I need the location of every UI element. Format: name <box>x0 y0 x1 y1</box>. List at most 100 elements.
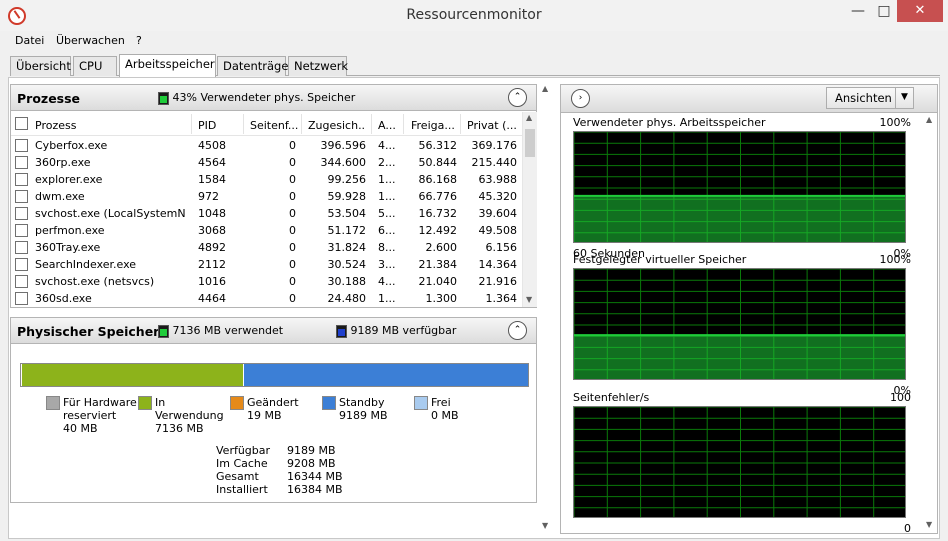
col-commit[interactable]: Zugesich... <box>308 119 366 132</box>
col-pid[interactable]: PID <box>198 119 238 132</box>
row-checkbox[interactable] <box>15 292 28 305</box>
scroll-down-icon[interactable]: ▼ <box>526 295 532 304</box>
expand-graphs-button[interactable]: › <box>571 89 590 108</box>
row-checkbox[interactable] <box>15 241 28 254</box>
proc-hard-faults: 0 <box>289 275 296 288</box>
table-row[interactable]: Cyberfox.exe 4508 0 396.596 4... 56.312 369.17… <box>11 137 522 154</box>
main-scrollbar[interactable]: ▲ ▼ <box>539 84 553 534</box>
tab-cpu[interactable]: CPU <box>73 56 117 76</box>
stat-value: 16384 MB <box>287 483 343 496</box>
col-hard-faults[interactable]: Seitenf... <box>250 119 302 132</box>
legend-swatch <box>414 396 428 410</box>
proc-shareable: 86.168 <box>418 173 458 186</box>
col-private[interactable]: Privat (... <box>467 119 519 132</box>
proc-pid: 3068 <box>198 224 226 237</box>
table-row[interactable]: 360Tray.exe 4892 0 31.824 8... 2.600 6.156 <box>11 239 522 256</box>
table-row[interactable]: 360sd.exe 4464 0 24.480 1... 1.300 1.364 <box>11 290 522 307</box>
scroll-thumb[interactable] <box>525 129 535 157</box>
proc-working-set: 1... <box>378 292 396 305</box>
process-rows: Cyberfox.exe 4508 0 396.596 4... 56.312 369.17… <box>11 137 522 307</box>
proc-private: 1.364 <box>485 292 518 305</box>
proc-commit: 344.600 <box>320 156 367 169</box>
row-checkbox[interactable] <box>15 139 28 152</box>
collapse-processes-button[interactable]: ⌃ <box>508 88 527 107</box>
proc-working-set: 3... <box>378 258 396 271</box>
membar-in-use <box>22 364 244 386</box>
tab-overview[interactable]: Übersicht <box>10 56 71 76</box>
table-row[interactable]: dwm.exe 972 0 59.928 1... 66.776 45.320 <box>11 188 522 205</box>
physical-memory-header[interactable]: Physischer Speicher 7136 MB verwendet 91… <box>10 317 537 344</box>
proc-private: 6.156 <box>485 241 518 254</box>
processes-scrollbar[interactable]: ▲ ▼ <box>522 112 537 307</box>
row-checkbox[interactable] <box>15 207 28 220</box>
proc-commit: 51.172 <box>327 224 367 237</box>
legend-value: 9189 MB <box>339 409 388 422</box>
graphs-scrollbar[interactable]: ▲ ▼ <box>923 115 937 533</box>
proc-private: 39.604 <box>478 207 518 220</box>
maximize-button[interactable]: □ <box>871 0 897 22</box>
graphs-scroll-down-icon[interactable]: ▼ <box>926 520 932 529</box>
proc-pid: 2112 <box>198 258 226 271</box>
membar-standby <box>243 364 528 386</box>
select-all-checkbox[interactable] <box>15 117 28 130</box>
legend-line1: In <box>155 396 166 409</box>
proc-name: 360rp.exe <box>35 156 91 169</box>
row-checkbox[interactable] <box>15 224 28 237</box>
main-scroll-up-icon[interactable]: ▲ <box>542 84 548 93</box>
row-checkbox[interactable] <box>15 258 28 271</box>
col-working-set[interactable]: A... <box>378 119 398 132</box>
menu-help[interactable]: ? <box>136 34 142 47</box>
legend-swatch <box>46 396 60 410</box>
col-process[interactable]: Prozess <box>35 119 155 132</box>
table-row[interactable]: svchost.exe (netsvcs) 1016 0 30.188 4... 21.0… <box>11 273 522 290</box>
table-row[interactable]: perfmon.exe 3068 0 51.172 6... 12.492 49.508 <box>11 222 522 239</box>
proc-commit: 396.596 <box>320 139 367 152</box>
proc-pid: 4464 <box>198 292 226 305</box>
proc-name: SearchIndexer.exe <box>35 258 137 271</box>
proc-working-set: 4... <box>378 139 396 152</box>
collapse-physical-button[interactable]: ⌃ <box>508 321 527 340</box>
graphs-panel: › Ansichten ▼ Verwendeter phys. Arbeitss… <box>560 84 938 535</box>
proc-shareable: 50.844 <box>418 156 458 169</box>
processes-header[interactable]: Prozesse 43% Verwendeter phys. Speicher … <box>10 84 537 111</box>
graph-title: Verwendeter phys. Arbeitsspeicher <box>573 116 766 129</box>
row-checkbox[interactable] <box>15 156 28 169</box>
menu-ueberwachen[interactable]: Überwachen <box>56 34 125 47</box>
views-dropdown-icon[interactable]: ▼ <box>895 87 914 109</box>
minimize-button[interactable]: — <box>845 0 871 22</box>
main-scroll-down-icon[interactable]: ▼ <box>542 521 548 530</box>
used-memory-legend-icon <box>158 91 169 105</box>
physical-memory-title: Physischer Speicher <box>17 324 160 339</box>
proc-private: 49.508 <box>478 224 518 237</box>
proc-commit: 30.524 <box>327 258 367 271</box>
table-row[interactable]: SearchIndexer.exe 2112 0 30.524 3... 21.384 14… <box>11 256 522 273</box>
proc-pid: 4508 <box>198 139 226 152</box>
in-use-summary: 7136 MB verwendet <box>158 324 283 338</box>
proc-pid: 4892 <box>198 241 226 254</box>
scroll-up-icon[interactable]: ▲ <box>526 113 532 122</box>
available-summary-text: 9189 MB verfügbar <box>350 324 457 337</box>
table-row[interactable]: svchost.exe (LocalSystemNet... 1048 0 53.50… <box>11 205 522 222</box>
graphs-scroll-up-icon[interactable]: ▲ <box>926 115 932 124</box>
tab-network[interactable]: Netzwerk <box>288 56 348 76</box>
stat-label: Gesamt <box>216 470 259 483</box>
proc-commit: 30.188 <box>327 275 367 288</box>
proc-shareable: 21.040 <box>418 275 458 288</box>
proc-private: 63.988 <box>478 173 518 186</box>
row-checkbox[interactable] <box>15 190 28 203</box>
tab-disk[interactable]: Datenträger <box>217 56 293 76</box>
row-checkbox[interactable] <box>15 173 28 186</box>
stat-value: 9208 MB <box>287 457 336 470</box>
table-row[interactable]: explorer.exe 1584 0 99.256 1... 86.168 63.988 <box>11 171 522 188</box>
proc-working-set: 5... <box>378 207 396 220</box>
tab-memory[interactable]: Arbeitsspeicher <box>119 54 216 77</box>
available-summary: 9189 MB verfügbar <box>336 324 456 338</box>
proc-private: 45.320 <box>478 190 518 203</box>
close-button[interactable]: ✕ <box>897 0 943 22</box>
menu-datei[interactable]: Datei <box>15 34 44 47</box>
proc-name: Cyberfox.exe <box>35 139 108 152</box>
table-row[interactable]: 360rp.exe 4564 0 344.600 2... 50.844 215.440 <box>11 154 522 171</box>
row-checkbox[interactable] <box>15 275 28 288</box>
col-shareable[interactable]: Freiga... <box>411 119 457 132</box>
proc-name: svchost.exe (netsvcs) <box>35 275 155 288</box>
